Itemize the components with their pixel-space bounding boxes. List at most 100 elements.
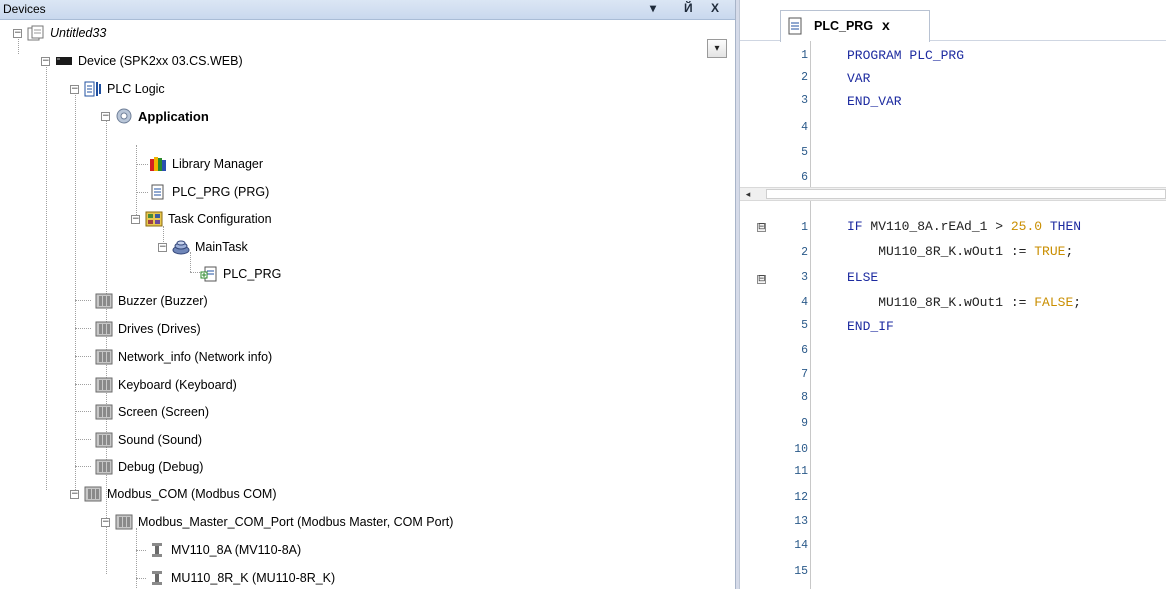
pin-icon[interactable]: Й: [684, 1, 693, 15]
horizontal-scrollbar[interactable]: ◂: [740, 187, 1166, 201]
tree-node-plc-prg-call[interactable]: PLC_PRG: [200, 264, 281, 284]
close-tab-icon[interactable]: x: [882, 17, 890, 33]
module-icon: [95, 293, 113, 309]
tree-node-modbus-master[interactable]: − Modbus_Master_COM_Port (Modbus Master,…: [101, 512, 453, 532]
tree-node-mu110[interactable]: MU110_8R_K (MU110-8R_K): [148, 568, 335, 588]
module-icon: [84, 486, 102, 502]
tree-node-project[interactable]: − Untitled33: [13, 23, 106, 43]
collapse-toggle-icon[interactable]: −: [131, 214, 140, 224]
tree-node-label: MU110_8R_K (MU110-8R_K): [171, 571, 336, 585]
code-line-4: MU110_8R_K.wOut1 := FALSE;: [847, 295, 1082, 310]
tree-node-plc-prg[interactable]: PLC_PRG (PRG): [149, 182, 269, 202]
fold-toggle-icon[interactable]: ⊟: [757, 275, 766, 284]
code-line: PROGRAM PLC_PRG: [847, 48, 965, 63]
declaration-pane[interactable]: 1 2 3 4 5 6 PROGRAM PLC_PRG VAR END_VAR: [740, 41, 1166, 187]
collapse-toggle-icon[interactable]: −: [158, 242, 167, 252]
editor-tab-strip: PLC_PRG x: [740, 0, 1166, 42]
tree-node-label: Untitled33: [50, 26, 107, 40]
line-number: 8: [801, 391, 808, 404]
tree-node-application[interactable]: − Application: [101, 106, 209, 126]
line-number: 3: [801, 271, 808, 284]
code-editor: PLC_PRG x 1 2 3 4 5 6 PROGRAM PLC_PRG VA…: [740, 0, 1166, 589]
module-icon: [95, 459, 113, 475]
tree-node-buzzer[interactable]: Buzzer (Buzzer): [95, 291, 208, 311]
devices-panel: Devices ▾ Й X ▾ − Untitled33 − Device (S…: [0, 0, 735, 589]
devices-panel-header: Devices ▾ Й X: [0, 0, 735, 20]
fold-toggle-icon[interactable]: ⊟: [757, 223, 766, 232]
tree-node-label: PLC Logic: [107, 82, 165, 96]
line-number: 12: [794, 491, 808, 504]
line-number: 7: [801, 368, 808, 381]
task-configuration-icon: [145, 211, 163, 227]
code-line-3: ELSE: [847, 270, 879, 285]
tree-node-label: Modbus_Master_COM_Port (Modbus Master, C…: [138, 515, 454, 529]
line-number: 4: [801, 121, 808, 134]
tree-node-screen[interactable]: Screen (Screen): [95, 402, 209, 422]
line-number: 4: [801, 296, 808, 309]
tree-node-label: MainTask: [195, 240, 248, 254]
project-icon: [27, 25, 44, 41]
tree-node-label: PLC_PRG: [223, 267, 282, 281]
tree-node-library-manager[interactable]: Library Manager: [149, 154, 263, 174]
code-line-1: IF MV110_8A.rEAd_1 > 25.0 THEN: [847, 219, 1082, 234]
line-number: 2: [801, 246, 808, 259]
tree-node-keyboard[interactable]: Keyboard (Keyboard): [95, 375, 237, 395]
implementation-pane[interactable]: ⊟ ⊟ 1 2 3 4 5 6 7 8 9 10 11 12 13 14 15 …: [740, 201, 1166, 589]
collapse-toggle-icon[interactable]: −: [41, 56, 50, 66]
tree-node-plc-logic[interactable]: − PLC Logic: [70, 79, 165, 99]
tree-node-label: Task Configuration: [168, 212, 272, 226]
tree-node-drives[interactable]: Drives (Drives): [95, 319, 201, 339]
module-icon: [95, 404, 113, 420]
close-panel-icon[interactable]: X: [711, 1, 719, 15]
task-icon: [172, 240, 190, 255]
tree-node-maintask[interactable]: − MainTask: [158, 237, 248, 257]
tab-label: PLC_PRG: [814, 19, 874, 33]
tree-node-network-info[interactable]: Network_info (Network info): [95, 347, 272, 367]
tree-node-label: Keyboard (Keyboard): [118, 378, 237, 392]
tree-node-device[interactable]: − Device (SPK2xx 03.CS.WEB): [41, 51, 243, 71]
scrollbar-thumb[interactable]: [766, 189, 1166, 199]
panel-menu-dropdown-icon[interactable]: ▾: [650, 1, 656, 15]
code-line: VAR: [847, 71, 871, 86]
tree-node-debug[interactable]: Debug (Debug): [95, 457, 203, 477]
module-icon: [95, 349, 113, 365]
collapse-toggle-icon[interactable]: −: [70, 84, 79, 94]
line-number: 2: [801, 71, 808, 84]
tree-node-label: Device (SPK2xx 03.CS.WEB): [78, 54, 243, 68]
line-number: 1: [801, 49, 808, 62]
tree-node-label: Sound (Sound): [118, 433, 203, 447]
line-number: 15: [794, 565, 808, 578]
module-icon: [115, 514, 133, 530]
collapse-toggle-icon[interactable]: −: [101, 111, 110, 121]
line-number: 1: [801, 221, 808, 234]
tree-node-label: PLC_PRG (PRG): [172, 185, 270, 199]
line-number: 3: [801, 94, 808, 107]
tree-node-task-configuration[interactable]: − Task Configuration: [131, 209, 272, 229]
collapse-toggle-icon[interactable]: −: [13, 28, 22, 38]
tree-node-modbus-com[interactable]: − Modbus_COM (Modbus COM): [70, 484, 277, 504]
tree-node-label: Library Manager: [172, 157, 264, 171]
collapse-toggle-icon[interactable]: −: [70, 489, 79, 499]
program-call-icon: [200, 266, 217, 282]
device-tree: − Untitled33 − Device (SPK2xx 03.CS.WEB)…: [0, 20, 735, 589]
tree-node-sound[interactable]: Sound (Sound): [95, 430, 202, 450]
tree-node-label: Buzzer (Buzzer): [118, 294, 208, 308]
tree-node-label: Debug (Debug): [118, 460, 204, 474]
devices-panel-title: Devices: [3, 2, 46, 16]
library-books-icon: [150, 157, 166, 171]
line-number: 9: [801, 417, 808, 430]
collapse-toggle-icon[interactable]: −: [101, 517, 110, 527]
line-number: 10: [794, 443, 808, 456]
line-number: 6: [801, 171, 808, 184]
code-line-5: END_IF: [847, 319, 894, 334]
module-icon: [95, 321, 113, 337]
line-number: 5: [801, 146, 808, 159]
slave-device-icon: [152, 543, 162, 557]
slave-device-icon: [152, 571, 162, 585]
tree-node-label: Modbus_COM (Modbus COM): [107, 487, 277, 501]
tree-node-mv110[interactable]: MV110_8A (MV110-8A): [148, 540, 301, 560]
tab-plc-prg[interactable]: PLC_PRG x: [780, 10, 930, 42]
document-icon: [788, 17, 802, 35]
module-icon: [95, 377, 113, 393]
scroll-left-icon[interactable]: ◂: [740, 188, 756, 200]
